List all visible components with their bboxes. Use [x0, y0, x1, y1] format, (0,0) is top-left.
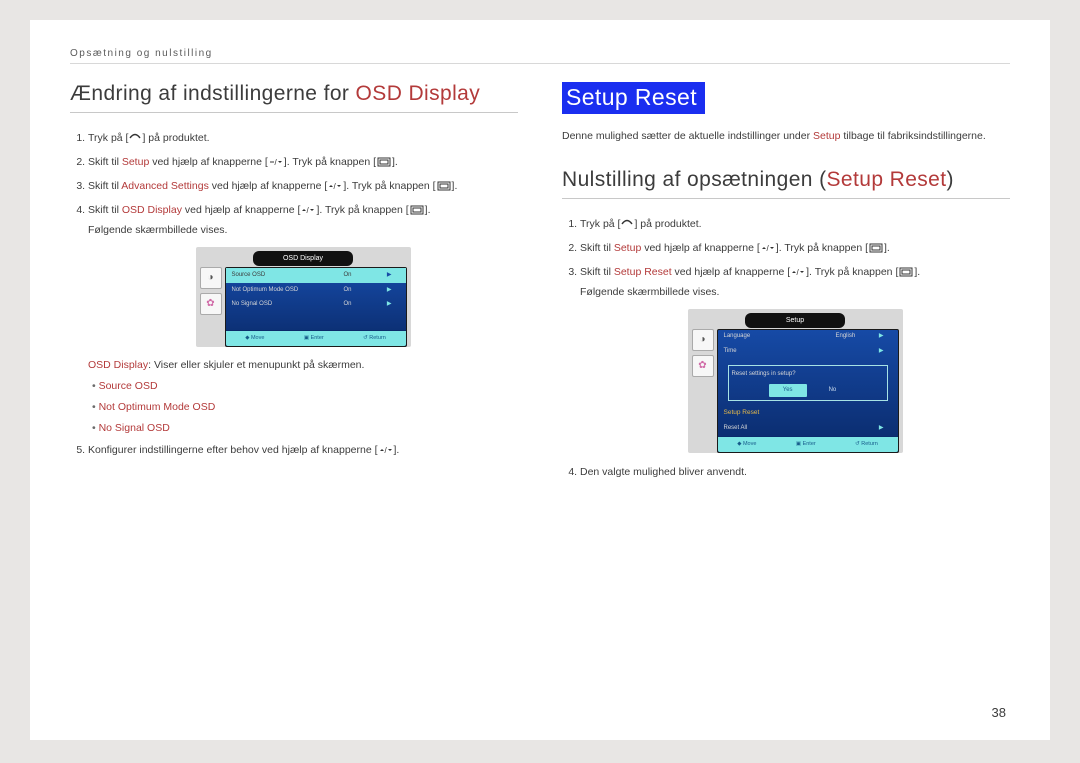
- step-3: Skift til Advanced Settings ved hjælp af…: [88, 177, 518, 197]
- yes-button[interactable]: Yes: [769, 384, 807, 397]
- osd-row-language: LanguageEnglish▶: [718, 330, 898, 344]
- osd-dialog: Reset settings in setup? Yes No: [728, 365, 888, 402]
- osd-row-nosignal: No Signal OSDOn▶: [226, 298, 406, 312]
- osd-screenshot-display: OSD Display ◑ ✿ Source OSDOn▶ Not Optimu…: [196, 247, 411, 347]
- breadcrumb: Opsætning og nulstilling: [70, 48, 1010, 59]
- divider: [70, 63, 1010, 64]
- osd-footer: ◆ Move ▣ Enter ↺ Return: [718, 436, 898, 451]
- side-btn-1: ◑: [692, 329, 714, 351]
- side-btn-1: ◑: [200, 267, 222, 289]
- page-number: 38: [992, 705, 1006, 720]
- osd-display-description: OSD Display: Viser eller skjuler et menu…: [88, 357, 518, 375]
- enter-icon: [437, 181, 451, 191]
- osd-title: Setup: [745, 313, 845, 328]
- heading-text: Nulstilling af opsætningen (: [562, 168, 827, 191]
- no-button[interactable]: No: [819, 384, 847, 397]
- svg-text:/: /: [797, 268, 800, 277]
- enter-icon: [377, 157, 391, 167]
- left-column: Ændring af indstillingerne for OSD Displ…: [70, 82, 518, 487]
- manual-page: Opsætning og nulstilling Ændring af inds…: [30, 20, 1050, 740]
- updown-icon: /: [791, 267, 805, 277]
- dialog-question: Reset settings in setup?: [732, 369, 884, 380]
- osd-row-optimum: Not Optimum Mode OSDOn▶: [226, 283, 406, 297]
- side-btn-gear: ✿: [692, 355, 714, 377]
- heading-osd-display: Ændring af indstillingerne for OSD Displ…: [70, 82, 518, 113]
- right-column: Setup Reset Denne mulighed sætter de akt…: [562, 82, 1010, 487]
- two-column-layout: Ændring af indstillingerne for OSD Displ…: [70, 82, 1010, 487]
- steps-list-right: Tryk på [] på produktet. Skift til Setup…: [562, 215, 1010, 483]
- rstep-1: Tryk på [] på produktet.: [580, 215, 1010, 235]
- heading-keyword: Setup Reset: [827, 168, 947, 191]
- bullet-source-osd: Source OSD: [92, 378, 518, 395]
- enter-icon: [869, 243, 883, 253]
- bullet-nosignal-osd: No Signal OSD: [92, 420, 518, 437]
- step-1: Tryk på [] på produktet.: [88, 129, 518, 149]
- svg-text:/: /: [384, 446, 387, 455]
- updown-icon: /: [328, 181, 342, 191]
- osd-footer: ◆ Move ▣ Enter ↺ Return: [226, 330, 406, 345]
- updown-icon: /: [379, 445, 393, 455]
- svg-text:/: /: [274, 158, 277, 167]
- enter-icon: [410, 205, 424, 215]
- osd-title: OSD Display: [253, 251, 353, 266]
- heading-setup-reset: Nulstilling af opsætningen (Setup Reset): [562, 168, 1010, 199]
- svg-text:/: /: [307, 206, 310, 215]
- svg-text:/: /: [766, 244, 769, 253]
- rstep-3: Skift til Setup Reset ved hjælp af knapp…: [580, 263, 1010, 453]
- bullet-optimum-osd: Not Optimum Mode OSD: [92, 399, 518, 416]
- enter-icon: [899, 267, 913, 277]
- updown-icon: /: [301, 205, 315, 215]
- rstep-2: Skift til Setup ved hjælp af knapperne […: [580, 239, 1010, 259]
- rstep-4: Den valgte mulighed bliver anvendt.: [580, 463, 1010, 483]
- menu-icon: [621, 219, 633, 229]
- osd-row-resetall: Reset All▶: [718, 422, 898, 436]
- side-btn-gear: ✿: [200, 293, 222, 315]
- updown-icon: /: [761, 243, 775, 253]
- osd-row-setupreset: Setup Reset: [718, 405, 898, 421]
- step-2: Skift til Setup ved hjælp af knapperne […: [88, 153, 518, 173]
- osd-bullet-list: Source OSD Not Optimum Mode OSD No Signa…: [88, 378, 518, 436]
- section-highlight: Setup Reset: [562, 82, 705, 114]
- svg-text:/: /: [334, 182, 337, 191]
- intro-text: Denne mulighed sætter de aktuelle indsti…: [562, 128, 1010, 146]
- osd-screenshot-setup: Setup ◑ ✿ LanguageEnglish▶ Time▶: [688, 309, 903, 453]
- osd-row-time: Time▶: [718, 344, 898, 358]
- step-5: Konfigurer indstillingerne efter behov v…: [88, 441, 518, 461]
- step-4: Skift til OSD Display ved hjælp af knapp…: [88, 201, 518, 437]
- heading-keyword: OSD Display: [356, 82, 481, 105]
- updown-icon: /: [269, 157, 283, 167]
- menu-icon: [129, 133, 141, 143]
- osd-row-source: Source OSDOn▶: [226, 268, 406, 283]
- steps-list: Tryk på [] på produktet. Skift til Setup…: [70, 129, 518, 461]
- heading-text: Ændring af indstillingerne for: [70, 82, 356, 105]
